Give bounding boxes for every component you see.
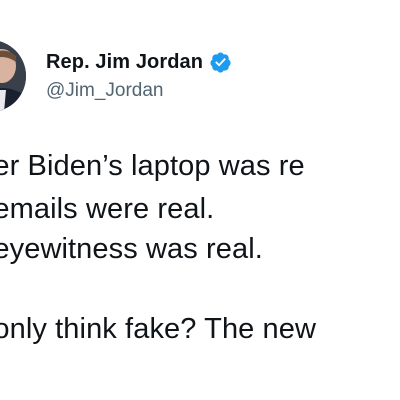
author-handle[interactable]: @Jim_Jordan — [46, 80, 164, 102]
author-display-name[interactable]: Rep. Jim Jordan — [46, 51, 203, 74]
verified-badge-icon — [210, 51, 231, 73]
tweet-text-line: e only think fake? The new — [0, 313, 317, 345]
profile-avatar[interactable] — [0, 40, 26, 112]
tweet-text-line: nter Biden’s laptop was re — [0, 150, 305, 182]
avatar-photo — [0, 40, 26, 112]
author-name-row[interactable]: Rep. Jim Jordan — [46, 48, 232, 76]
tweet-text-line: e emails were real. — [0, 193, 215, 225]
tweet-text-line: e eyewitness was real. — [0, 233, 263, 265]
tweet-card: Rep. Jim Jordan @Jim_Jordan nter Biden’s… — [0, 0, 400, 400]
